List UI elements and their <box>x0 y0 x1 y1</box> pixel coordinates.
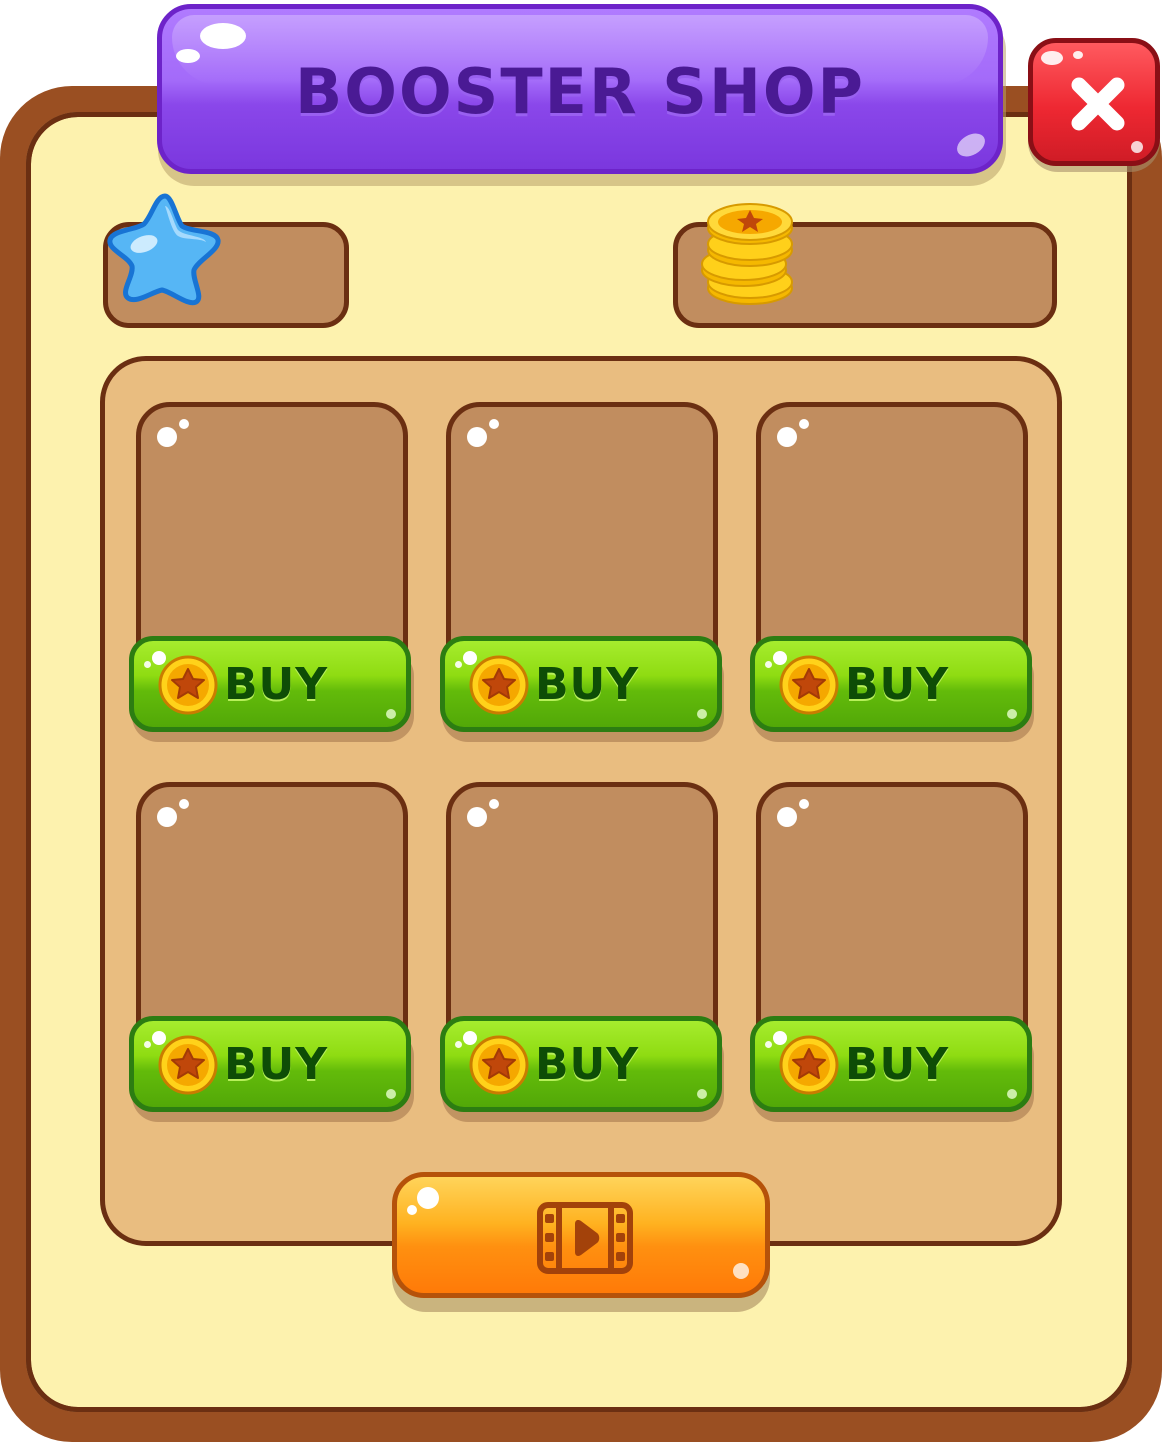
title-highlight <box>200 23 246 49</box>
title-highlight-corner <box>953 128 989 162</box>
card-highlight <box>777 807 797 827</box>
buy-highlight-corner <box>386 1089 396 1099</box>
buy-highlight-corner <box>697 1089 707 1099</box>
buy-highlight-corner <box>386 709 396 719</box>
card-highlight-small <box>179 419 189 429</box>
buy-button-5[interactable]: BUY <box>440 1016 722 1112</box>
buy-label: BUY <box>535 659 640 710</box>
card-highlight <box>157 807 177 827</box>
card-highlight <box>467 807 487 827</box>
card-highlight-small <box>489 419 499 429</box>
video-highlight-corner <box>733 1263 749 1279</box>
close-highlight <box>1041 51 1063 65</box>
card-highlight <box>157 427 177 447</box>
buy-highlight-corner <box>1007 709 1017 719</box>
buy-highlight-small <box>144 1041 151 1048</box>
coin-icon <box>779 655 839 715</box>
title-banner: BOOSTER SHOP <box>157 4 1003 174</box>
blue-star-icon <box>107 193 221 306</box>
page-title: BOOSTER SHOP <box>295 55 865 128</box>
gold-coin-stack-icon <box>701 203 793 305</box>
close-highlight-corner <box>1131 141 1143 153</box>
buy-highlight-small <box>455 1041 462 1048</box>
buy-highlight-corner <box>1007 1089 1017 1099</box>
buy-button-1[interactable]: BUY <box>129 636 411 732</box>
card-highlight-small <box>489 799 499 809</box>
card-highlight <box>777 427 797 447</box>
card-highlight-small <box>799 799 809 809</box>
buy-highlight-small <box>765 661 772 668</box>
buy-label: BUY <box>845 659 950 710</box>
coin-icon <box>469 655 529 715</box>
buy-highlight-corner <box>697 709 707 719</box>
buy-button-2[interactable]: BUY <box>440 636 722 732</box>
buy-label: BUY <box>845 1039 950 1090</box>
coin-icon <box>158 1035 218 1095</box>
buy-button-3[interactable]: BUY <box>750 636 1032 732</box>
coin-icon <box>158 655 218 715</box>
buy-button-4[interactable]: BUY <box>129 1016 411 1112</box>
buy-button-6[interactable]: BUY <box>750 1016 1032 1112</box>
buy-label: BUY <box>224 1039 329 1090</box>
buy-label: BUY <box>224 659 329 710</box>
card-highlight-small <box>179 799 189 809</box>
card-highlight <box>467 427 487 447</box>
film-play-icon <box>537 1202 633 1274</box>
video-highlight <box>417 1187 439 1209</box>
watch-video-button[interactable] <box>392 1172 770 1298</box>
video-highlight-small <box>407 1205 417 1215</box>
close-icon <box>1071 77 1125 131</box>
buy-highlight-small <box>144 661 151 668</box>
buy-label: BUY <box>535 1039 640 1090</box>
buy-highlight-small <box>455 661 462 668</box>
buy-highlight-small <box>765 1041 772 1048</box>
close-button[interactable] <box>1028 38 1160 166</box>
close-highlight-small <box>1073 51 1083 59</box>
coin-icon <box>469 1035 529 1095</box>
coin-icon <box>779 1035 839 1095</box>
card-highlight-small <box>799 419 809 429</box>
